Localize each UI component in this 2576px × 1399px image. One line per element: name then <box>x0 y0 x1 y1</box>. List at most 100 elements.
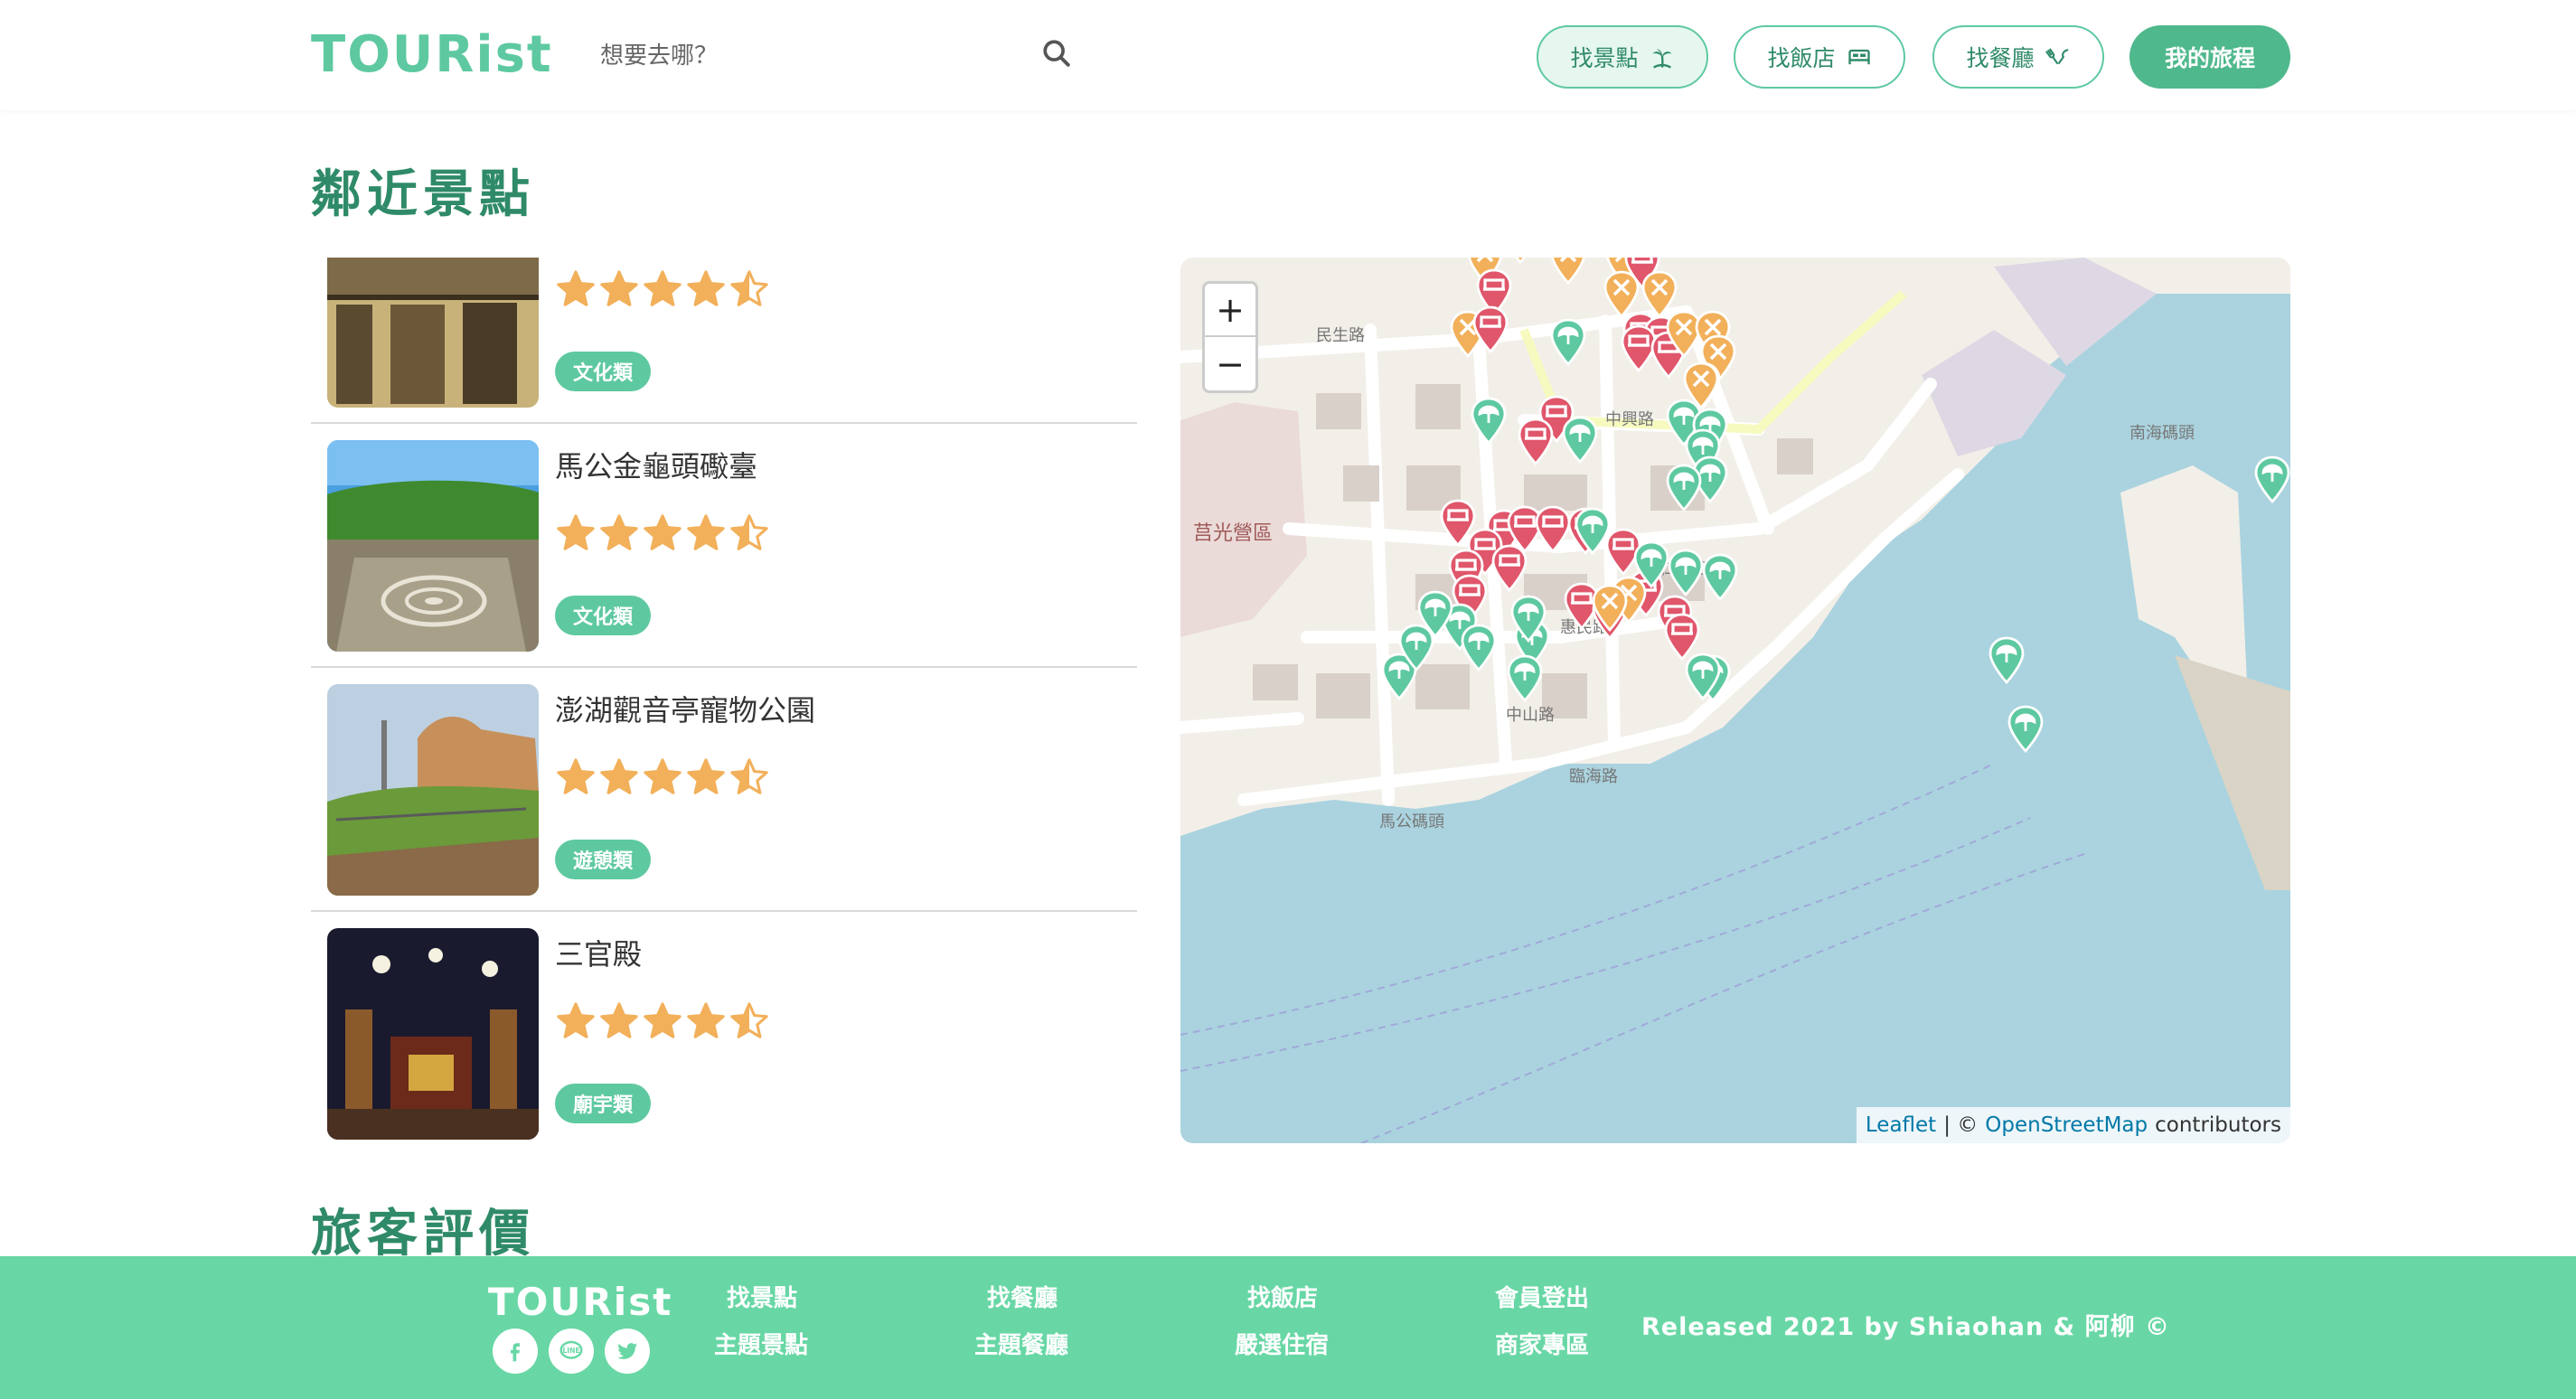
category-badge[interactable]: 文化類 <box>555 596 652 635</box>
nearby-section-title: 鄰近景點 <box>311 165 535 224</box>
star-icon <box>687 270 725 306</box>
find-attractions-label: 找景點 <box>1570 45 1639 71</box>
hotel-marker-icon[interactable] <box>1516 417 1556 466</box>
line-icon[interactable]: LINE <box>549 1329 594 1374</box>
hotel-marker-icon[interactable] <box>1490 543 1529 593</box>
road-label: 民生路 <box>1316 326 1365 345</box>
category-badge[interactable]: 遊憩類 <box>555 840 652 879</box>
star-icon <box>600 758 638 794</box>
rating-stars <box>555 1000 770 1042</box>
bed-icon <box>1847 49 1870 65</box>
attraction-marker-icon[interactable] <box>1664 463 1704 512</box>
find-attractions-button[interactable]: 找景點 <box>1537 25 1708 89</box>
rating-stars <box>555 756 770 798</box>
place-photo[interactable] <box>327 440 539 652</box>
footer-link-themed-attractions[interactable]: 主題景點 <box>714 1327 808 1360</box>
facebook-icon[interactable] <box>493 1329 538 1374</box>
find-hotels-button[interactable]: 找飯店 <box>1734 25 1905 89</box>
my-trip-button[interactable]: 我的旅程 <box>2129 25 2290 89</box>
attraction-marker-icon[interactable] <box>1683 652 1723 701</box>
star-icon <box>730 758 768 794</box>
star-icon <box>730 270 768 306</box>
attraction-marker-icon[interactable] <box>1548 317 1588 366</box>
map-tiles: 民生路 中山路 中興路 仁愛路 惠民路 臨海路 馬公碼頭 南海碼頭 莒光營區 <box>1180 258 2290 1143</box>
search-icon[interactable] <box>1041 38 1072 69</box>
svg-text:南海碼頭: 南海碼頭 <box>2129 424 2195 443</box>
attribution-separator: | © <box>1943 1113 1979 1137</box>
attraction-marker-icon[interactable] <box>1509 594 1548 643</box>
svg-text:馬公碼頭: 馬公碼頭 <box>1379 812 1444 831</box>
leaflet-link[interactable]: Leaflet <box>1866 1113 1936 1137</box>
attraction-marker-icon[interactable] <box>1560 415 1600 464</box>
attraction-marker-icon[interactable] <box>2006 704 2045 753</box>
star-icon <box>644 514 682 550</box>
svg-text:臨海路: 臨海路 <box>1569 767 1618 786</box>
list-item[interactable]: 澎湖觀音亭寵物公園 遊憩類 <box>311 668 1137 912</box>
star-icon <box>644 758 682 794</box>
zoom-out-button[interactable]: − <box>1205 337 1255 390</box>
nearby-map[interactable]: 民生路 中山路 中興路 仁愛路 惠民路 臨海路 馬公碼頭 南海碼頭 莒光營區 <box>1180 258 2290 1143</box>
attraction-marker-icon[interactable] <box>1573 506 1612 556</box>
attraction-marker-icon[interactable] <box>1396 623 1436 671</box>
star-icon <box>600 270 638 306</box>
list-item[interactable]: 馬公金龜頭礮臺 文化類 <box>311 424 1137 668</box>
star-icon <box>687 1002 725 1038</box>
find-restaurants-label: 找餐廳 <box>1966 45 2035 71</box>
svg-text:中山路: 中山路 <box>1506 706 1555 725</box>
map-attribution: Leaflet | © OpenStreetMap contributors <box>1856 1107 2290 1143</box>
place-name[interactable]: 澎湖觀音亭寵物公園 <box>555 688 815 729</box>
attraction-marker-icon[interactable] <box>1505 653 1545 703</box>
footer-link-merchant[interactable]: 商家專區 <box>1495 1327 1589 1360</box>
attraction-marker-icon[interactable] <box>2252 455 2290 503</box>
restaurant-marker-icon[interactable] <box>1590 583 1630 633</box>
site-footer: TOURist LINE 找景點 主題景點 找餐廳 主題餐廳 找飯店 嚴選住宿 … <box>0 1256 2576 1399</box>
place-photo[interactable] <box>327 258 539 408</box>
footer-link-selected-stays[interactable]: 嚴選住宿 <box>1235 1327 1329 1360</box>
search-input[interactable] <box>600 33 1052 80</box>
footer-link-themed-restaurants[interactable]: 主題餐廳 <box>974 1327 1068 1360</box>
place-name[interactable]: 三官殿 <box>555 932 642 973</box>
attraction-marker-icon[interactable] <box>1987 635 2026 684</box>
reviews-section-title: 旅客評價 <box>311 1205 535 1263</box>
restaurant-marker-icon[interactable] <box>1500 258 1540 265</box>
svg-text:莒光營區: 莒光營區 <box>1193 522 1273 545</box>
attraction-marker-icon[interactable] <box>1459 623 1499 671</box>
hotel-marker-icon[interactable] <box>1471 305 1510 353</box>
footer-link-attractions[interactable]: 找景點 <box>727 1280 797 1313</box>
footer-link-restaurants[interactable]: 找餐廳 <box>987 1280 1058 1313</box>
site-logo[interactable]: TOURist <box>311 25 553 84</box>
rating-stars <box>555 512 770 554</box>
restaurant-marker-icon[interactable] <box>1681 361 1721 410</box>
twitter-icon[interactable] <box>605 1329 650 1374</box>
footer-link-hotels[interactable]: 找飯店 <box>1247 1280 1318 1313</box>
star-icon <box>557 514 595 550</box>
footer-link-member-logout[interactable]: 會員登出 <box>1495 1280 1589 1313</box>
restaurant-marker-icon[interactable] <box>1548 258 1588 286</box>
nearby-attractions-list[interactable]: 文化類 馬公金龜頭礮臺 文化類 澎湖觀音亭寵物公園 遊憩類 三官殿 廟宇類 <box>311 258 1137 1140</box>
svg-text:LINE: LINE <box>563 1347 580 1355</box>
category-badge[interactable]: 文化類 <box>555 352 652 391</box>
place-name[interactable]: 馬公金龜頭礮臺 <box>555 444 757 485</box>
find-restaurants-button[interactable]: 找餐廳 <box>1932 25 2104 89</box>
attraction-marker-icon[interactable] <box>1700 552 1740 601</box>
star-icon <box>730 1002 768 1038</box>
list-item[interactable]: 三官殿 廟宇類 <box>311 912 1137 1140</box>
svg-text:中興路: 中興路 <box>1605 410 1654 429</box>
zoom-in-button[interactable]: + <box>1205 284 1255 337</box>
place-photo[interactable] <box>327 684 539 896</box>
star-icon <box>557 270 595 306</box>
star-icon <box>730 514 768 550</box>
star-icon <box>557 758 595 794</box>
attraction-marker-icon[interactable] <box>1631 540 1671 588</box>
attraction-marker-icon[interactable] <box>1469 396 1509 446</box>
list-item[interactable]: 文化類 <box>311 258 1137 424</box>
star-icon <box>687 758 725 794</box>
place-photo[interactable] <box>327 928 539 1140</box>
footer-logo[interactable]: TOURist <box>488 1280 672 1324</box>
category-badge[interactable]: 廟宇類 <box>555 1084 652 1123</box>
palm-tree-icon <box>1652 49 1671 69</box>
rating-stars <box>555 268 770 310</box>
site-header: TOURist 找景點 找飯店 找餐廳 我的旅程 <box>0 0 2576 110</box>
find-hotels-label: 找飯店 <box>1767 45 1836 71</box>
osm-link[interactable]: OpenStreetMap <box>1985 1113 2148 1137</box>
